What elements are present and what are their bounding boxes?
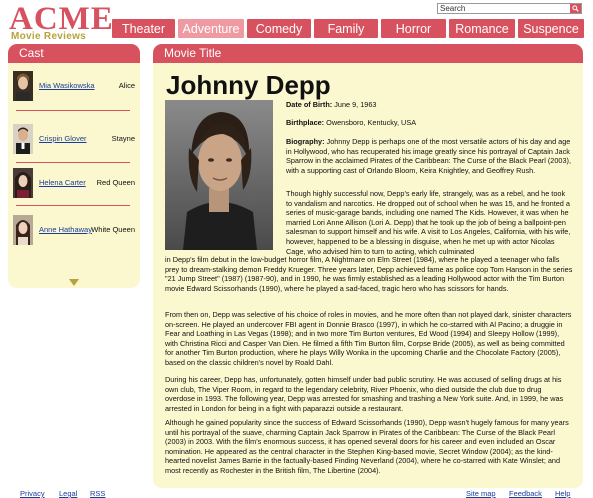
page-title: Johnny Depp xyxy=(166,70,331,100)
dob-row: Date of Birth: June 9, 1963 xyxy=(286,100,376,109)
search-icon xyxy=(572,5,579,12)
logo-tagline: Movie Reviews xyxy=(11,31,87,42)
tab-adventure[interactable]: Adventure xyxy=(178,19,244,38)
movie-panel: Movie Title Johnny Depp Date of Birth: J… xyxy=(153,44,583,488)
cast-heading: Cast xyxy=(8,44,140,63)
footer-link-feedback[interactable]: Feedback xyxy=(509,489,542,498)
bio-label: Biography: xyxy=(286,137,325,146)
movie-panel-heading: Movie Title xyxy=(153,44,583,63)
tab-horror[interactable]: Horror xyxy=(381,19,446,38)
cast-photo xyxy=(13,124,33,154)
birthplace-row: Birthplace: Owensboro, Kentucky, USA xyxy=(286,118,416,127)
cast-name-link[interactable]: Helena Carter xyxy=(39,178,86,187)
cast-role: White Queen xyxy=(91,225,135,234)
tab-family[interactable]: Family xyxy=(314,19,378,38)
cast-divider xyxy=(16,110,130,111)
actor-photo xyxy=(165,100,273,250)
cast-divider xyxy=(16,205,130,206)
cast-name-link[interactable]: Anne Hathaway xyxy=(39,225,92,234)
chevron-down-icon[interactable] xyxy=(69,279,79,286)
cast-panel: Cast Mia Wasikowska Alice Crispin Glover… xyxy=(8,44,140,288)
footer-link-help[interactable]: Help xyxy=(555,489,570,498)
birthplace-value: Owensboro, Kentucky, USA xyxy=(326,118,417,127)
cast-role: Red Queen xyxy=(96,178,135,187)
bio-paragraph-2: Though highly successful now, Depp's ear… xyxy=(286,189,571,256)
bio-text-1: Johnny Depp is perhaps one of the most v… xyxy=(286,137,571,175)
search-input[interactable] xyxy=(439,4,565,13)
cast-photo xyxy=(13,71,33,101)
dob-label: Date of Birth: xyxy=(286,100,333,109)
cast-role: Alice xyxy=(118,81,135,90)
birthplace-label: Birthplace: xyxy=(286,118,325,127)
footer-link-legal[interactable]: Legal xyxy=(59,489,77,498)
cast-photo xyxy=(13,168,33,198)
bio-paragraph-3: From then on, Depp was selective of his … xyxy=(165,310,572,367)
tab-theater[interactable]: Theater xyxy=(112,19,175,38)
footer-link-sitemap[interactable]: Site map xyxy=(466,489,496,498)
cast-item[interactable]: Anne Hathaway White Queen xyxy=(13,215,137,245)
cast-divider xyxy=(16,162,130,163)
search-bar xyxy=(437,3,582,14)
tab-romance[interactable]: Romance xyxy=(449,19,515,38)
site-logo[interactable]: ACME Movie Reviews xyxy=(8,3,113,43)
cast-item[interactable]: Helena Carter Red Queen xyxy=(13,168,137,198)
search-button[interactable] xyxy=(570,4,581,13)
bio-paragraph-5: Although he gained popularity since the … xyxy=(165,418,569,475)
bio-paragraph-4: During his career, Depp has, unfortunate… xyxy=(165,375,564,413)
bio-paragraph-2-cont: in Depp's film debut in the low-budget h… xyxy=(165,255,573,293)
tab-comedy[interactable]: Comedy xyxy=(247,19,311,38)
cast-item[interactable]: Crispin Glover Stayne xyxy=(13,124,137,154)
genre-nav: Theater Adventure Comedy Family Horror R… xyxy=(112,19,584,38)
cast-name-link[interactable]: Mia Wasikowska xyxy=(39,81,95,90)
bio-paragraph-1: Biography: Johnny Depp is perhaps one of… xyxy=(286,137,572,175)
cast-name-link[interactable]: Crispin Glover xyxy=(39,134,87,143)
footer-link-rss[interactable]: RSS xyxy=(90,489,105,498)
cast-item[interactable]: Mia Wasikowska Alice xyxy=(13,71,137,101)
footer-link-privacy[interactable]: Privacy xyxy=(20,489,45,498)
cast-photo xyxy=(13,215,33,245)
cast-role: Stayne xyxy=(111,134,135,143)
dob-value: June 9, 1963 xyxy=(334,100,377,109)
tab-suspence[interactable]: Suspence xyxy=(518,19,584,38)
